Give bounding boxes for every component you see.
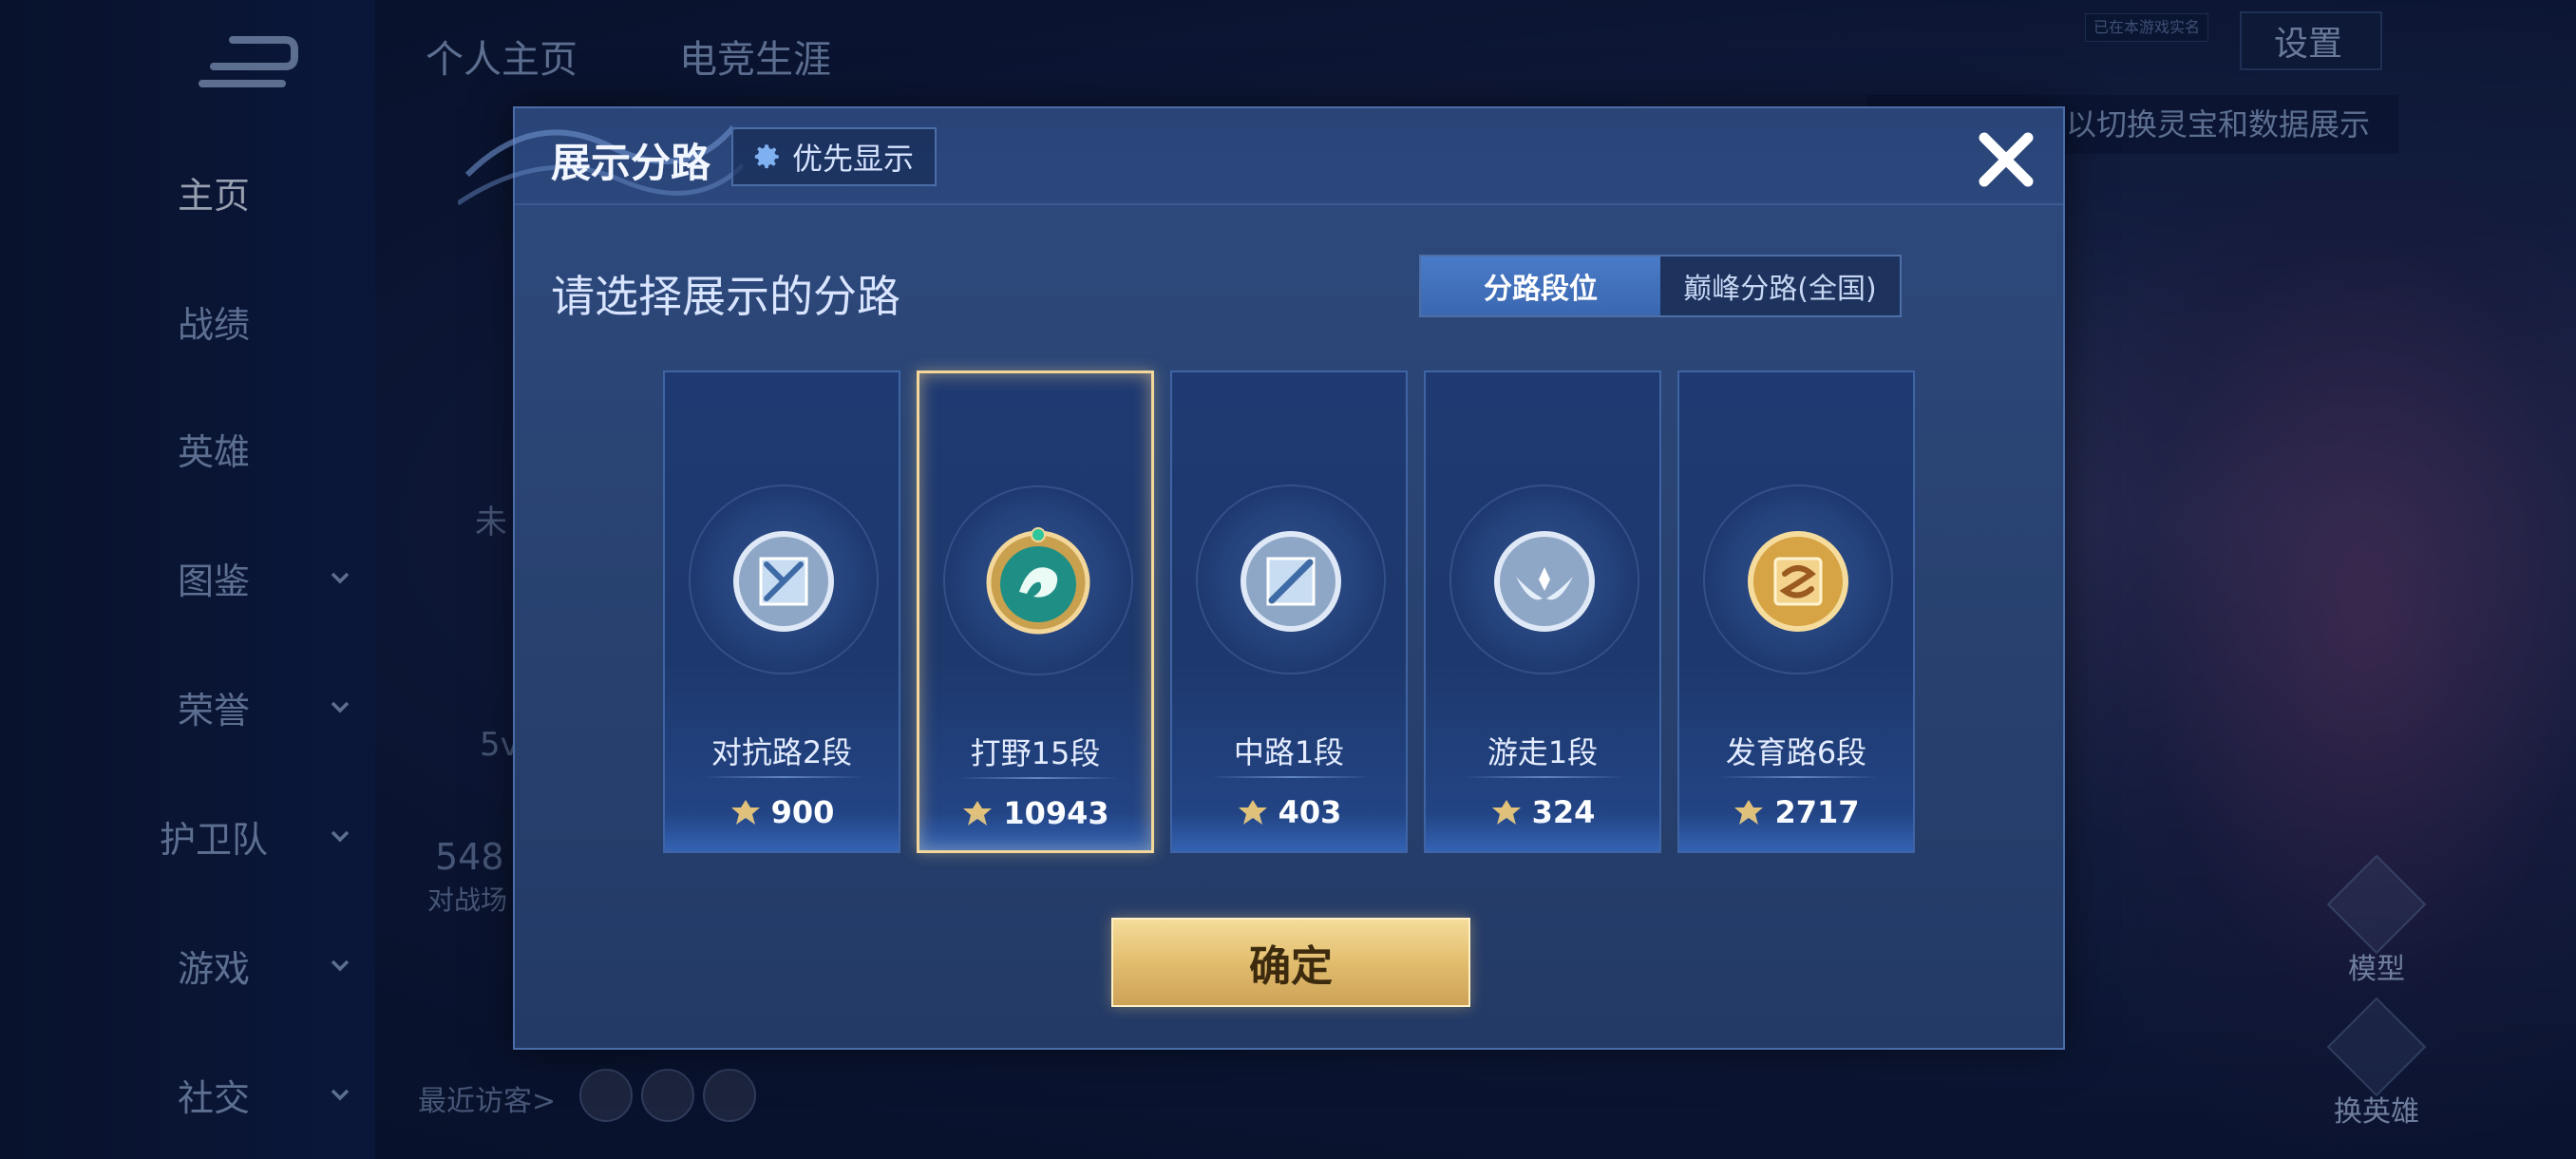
close-button[interactable] bbox=[1968, 122, 2044, 198]
card-glow bbox=[1172, 813, 1406, 851]
dialog-title: 展示分路 bbox=[551, 140, 711, 186]
tab-peak-lane-national[interactable]: 巅峰分路(全国) bbox=[1660, 256, 1900, 315]
lane-card[interactable]: 游走1段 324 bbox=[1424, 370, 1661, 853]
confirm-label: 确定 bbox=[1249, 942, 1333, 991]
farm-lane-icon bbox=[1748, 531, 1848, 632]
divider bbox=[1210, 776, 1372, 778]
lane-card[interactable]: 发育路6段 2717 bbox=[1677, 370, 1915, 853]
gear-icon bbox=[754, 144, 779, 169]
lane-display-dialog: 展示分路 优先显示 请选择展示的分路 分路段位 巅峰分路(全国) 对抗路2段 90… bbox=[458, 106, 2065, 1050]
dialog-subtitle: 请选择展示的分路 bbox=[551, 271, 900, 322]
divider bbox=[703, 776, 864, 778]
lane-rank-label: 打野15段 bbox=[970, 735, 1101, 771]
lane-rank-label: 发育路6段 bbox=[1725, 734, 1867, 770]
close-icon bbox=[1979, 132, 2034, 187]
lane-card[interactable]: 中路1段 403 bbox=[1170, 370, 1408, 853]
divider bbox=[1464, 776, 1625, 778]
roam-wings-icon bbox=[1494, 531, 1595, 632]
lane-card-list: 对抗路2段900打野15段10943中路1段403游走1段324发育路6段271… bbox=[663, 370, 1917, 855]
card-glow bbox=[919, 812, 1151, 850]
card-glow bbox=[1426, 813, 1659, 851]
card-glow bbox=[1679, 813, 1913, 851]
mid-lane-icon bbox=[1241, 531, 1341, 632]
card-glow bbox=[665, 813, 899, 851]
priority-display-button[interactable]: 优先显示 bbox=[731, 127, 938, 186]
lane-rank-label: 对抗路2段 bbox=[710, 734, 853, 770]
lane-rank-label: 游走1段 bbox=[1487, 734, 1599, 770]
lane-rank-label: 中路1段 bbox=[1233, 734, 1345, 770]
divider bbox=[1717, 776, 1879, 778]
confirm-button[interactable]: 确定 bbox=[1111, 918, 1470, 1007]
priority-display-label: 优先显示 bbox=[792, 141, 915, 177]
dialog-header: 展示分路 优先显示 bbox=[458, 108, 2063, 206]
lane-card[interactable]: 打野15段10943 bbox=[917, 370, 1154, 853]
jungle-dragon-icon bbox=[986, 527, 1090, 635]
tab-lane-rank[interactable]: 分路段位 bbox=[1421, 256, 1660, 315]
clash-lane-icon bbox=[733, 531, 834, 632]
lane-card[interactable]: 对抗路2段 900 bbox=[663, 370, 900, 853]
divider bbox=[957, 777, 1119, 779]
view-mode-segmented-control: 分路段位 巅峰分路(全国) bbox=[1419, 255, 1902, 317]
